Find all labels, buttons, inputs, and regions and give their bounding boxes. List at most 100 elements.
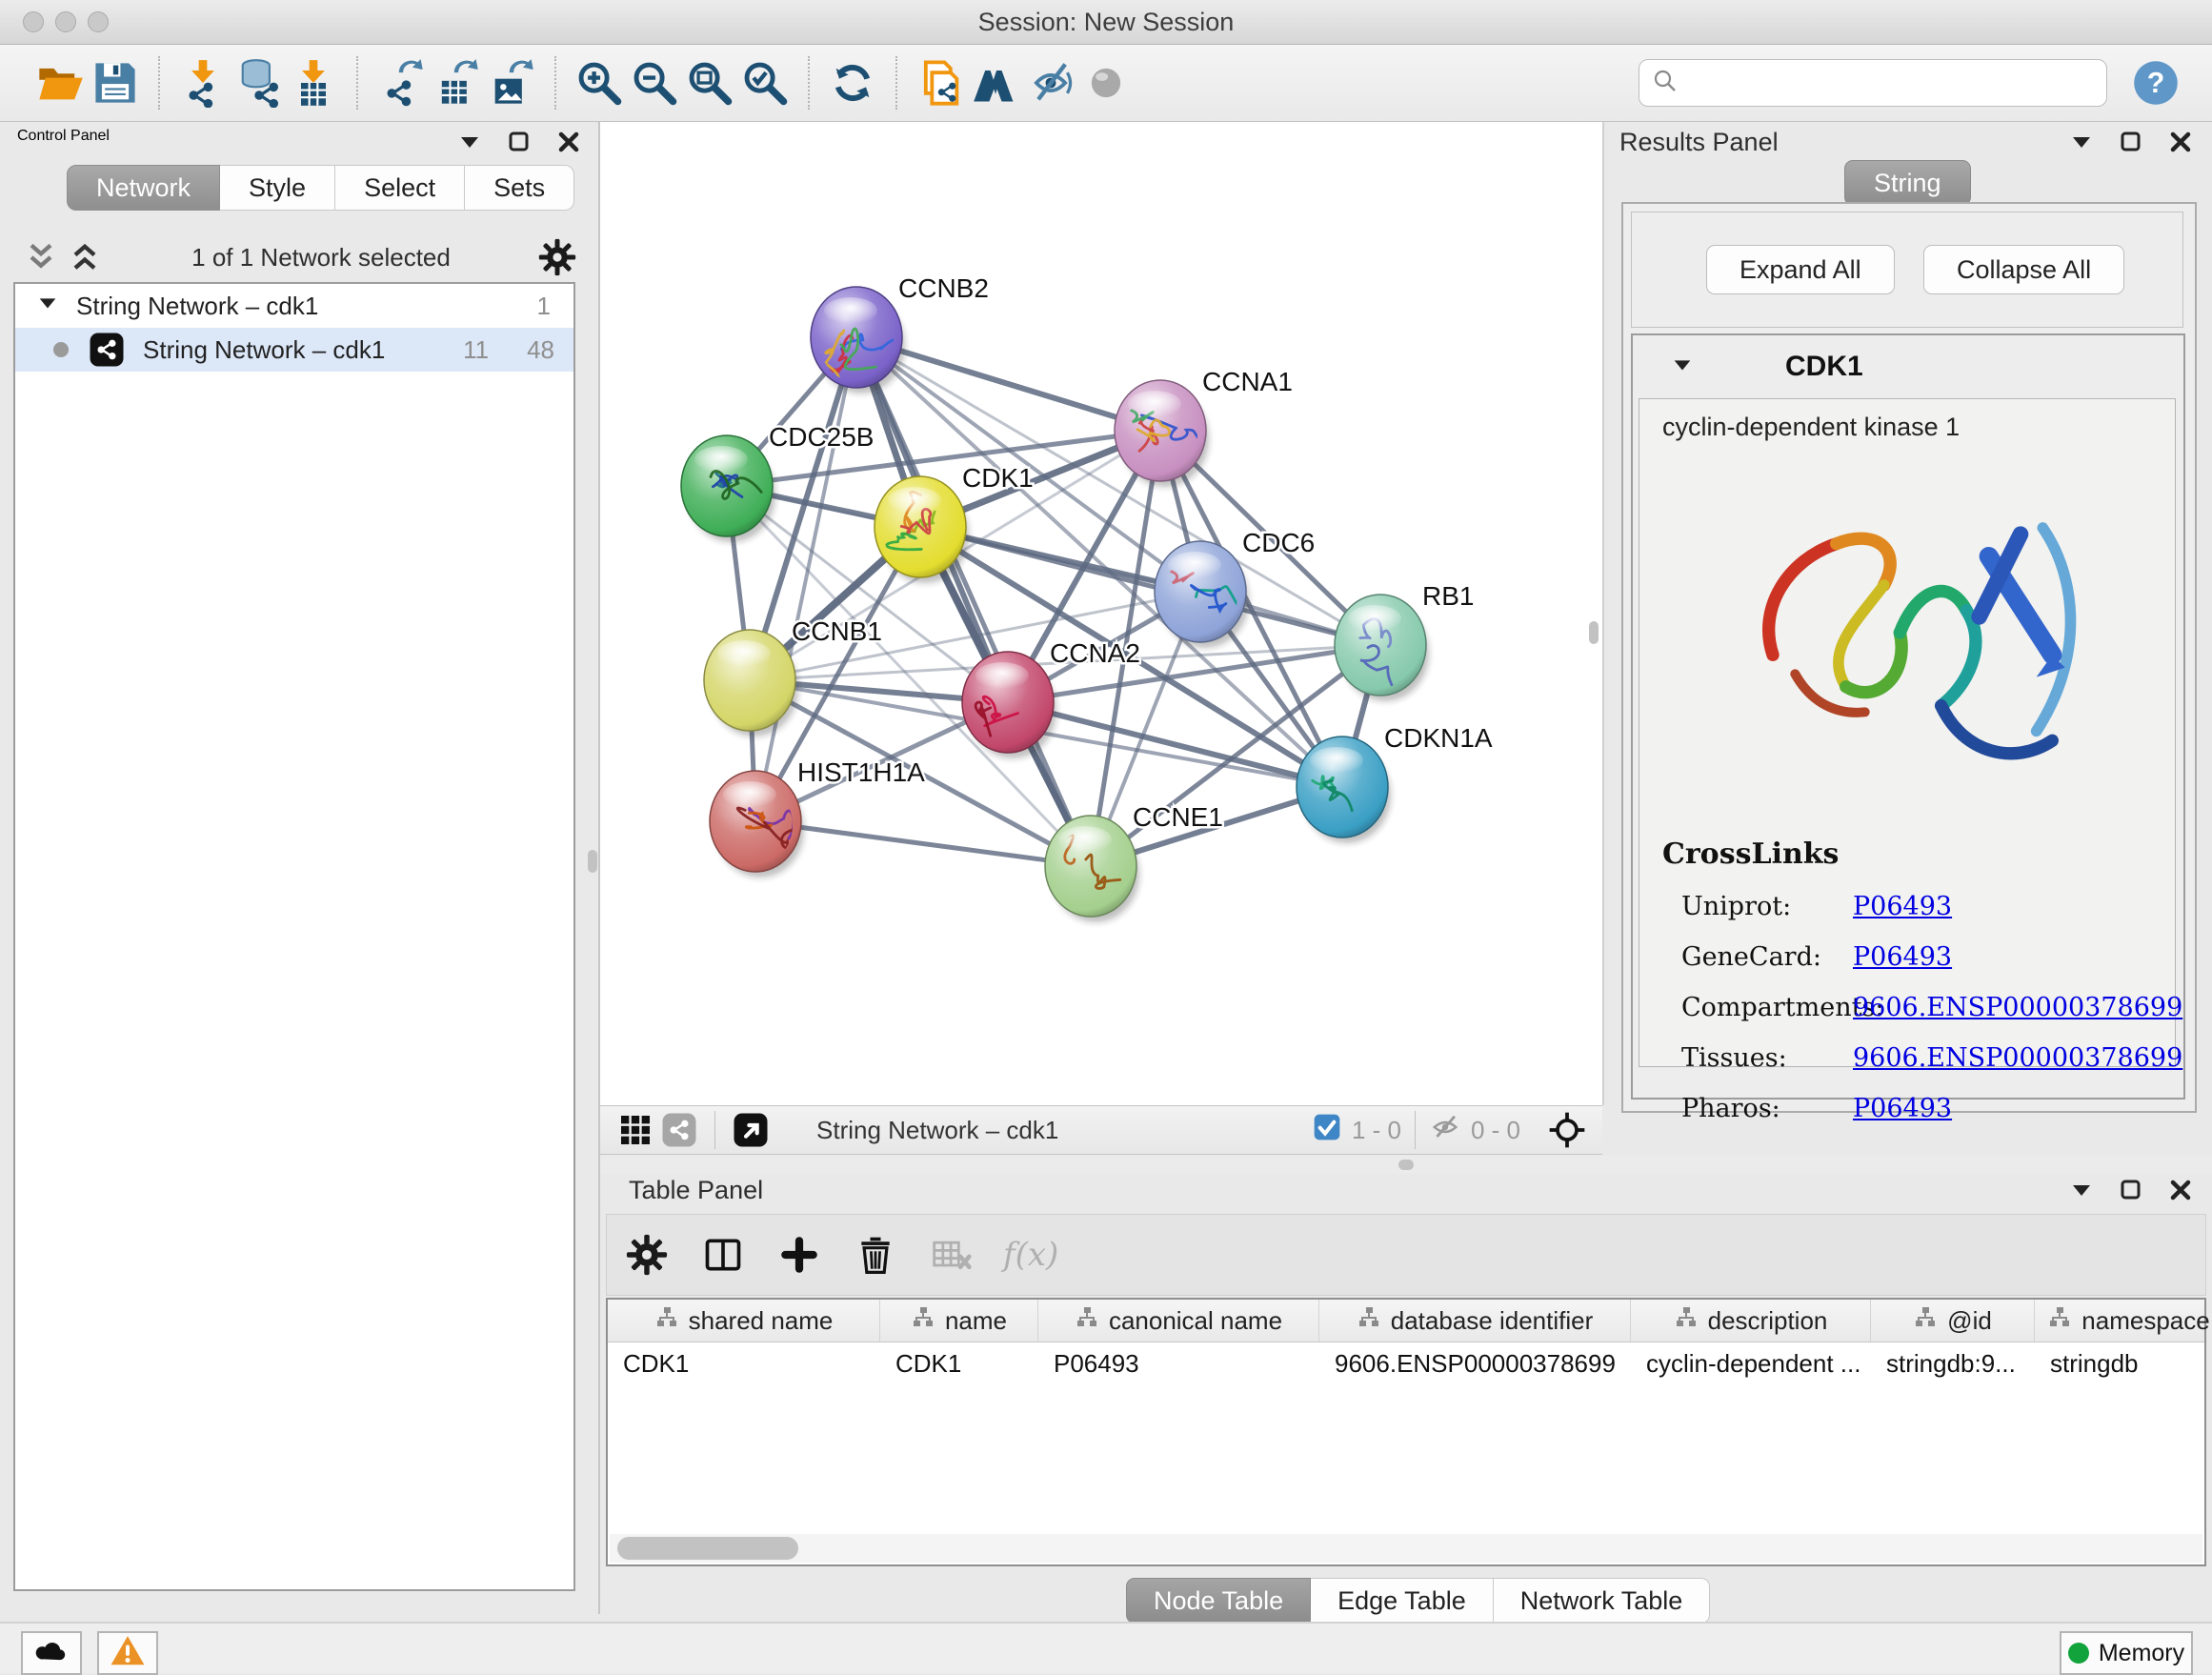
table-cell[interactable]: P06493 [1038,1342,1319,1384]
open-session-icon[interactable] [32,55,88,111]
graph-node-CCNB2[interactable] [811,287,905,394]
zoom-fit-icon[interactable] [682,55,737,111]
crosslink-link[interactable]: P06493 [1853,1094,1952,1123]
zoom-in-icon[interactable] [572,55,627,111]
presentation-mode-icon[interactable] [1078,55,1134,111]
column-header-name[interactable]: name [880,1300,1038,1342]
hidden-eye-icon[interactable] [1429,1111,1461,1150]
column-header-database-identifier[interactable]: database identifier [1319,1300,1631,1342]
detach-view-icon[interactable] [729,1108,773,1152]
table-cell[interactable]: stringdb:9... [1871,1342,2035,1384]
tab-node-table[interactable]: Node Table [1126,1578,1311,1624]
import-network-database-icon[interactable] [231,55,286,111]
close-window-button[interactable] [23,11,44,32]
crosslink-link[interactable]: 9606.ENSP00000378699 [1853,993,2182,1022]
refresh-view-icon[interactable] [825,55,880,111]
table-cell[interactable]: CDK1 [608,1342,880,1384]
birds-eye-view-icon[interactable] [968,55,1023,111]
network-collection-row[interactable]: String Network – cdk1 1 [15,284,573,328]
table-cell[interactable]: stringdb [2035,1342,2212,1384]
graph-node-CCNA2[interactable] [962,652,1056,758]
table-cell[interactable]: 9606.ENSP00000378699 [1319,1342,1631,1384]
export-image-icon[interactable] [484,55,539,111]
graph-node-CDK1[interactable] [875,476,969,583]
table-cell[interactable]: cyclin-dependent ... [1631,1342,1871,1384]
panel-menu-icon[interactable] [2069,130,2094,159]
share-view-icon[interactable] [657,1108,701,1152]
splitter-handle[interactable] [588,850,597,873]
column-header-namespace[interactable]: namespace [2035,1300,2212,1342]
tab-string[interactable]: String [1844,160,1971,206]
grid-view-icon[interactable] [613,1108,657,1152]
table-settings-gear-icon[interactable] [622,1230,672,1280]
collapse-caret-icon[interactable] [36,292,59,321]
search-input[interactable] [1687,68,2095,99]
tab-edge-table[interactable]: Edge Table [1311,1578,1494,1624]
float-panel-icon[interactable] [2119,1178,2143,1207]
tab-style[interactable]: Style [220,165,335,211]
network-options-gear-icon[interactable] [535,235,579,279]
fit-selected-crosshair-icon[interactable] [1545,1108,1589,1152]
graph-node-CCNE1[interactable] [1045,816,1139,922]
zoom-out-icon[interactable] [627,55,682,111]
column-header-description[interactable]: description [1631,1300,1871,1342]
show-columns-icon[interactable] [698,1230,748,1280]
close-panel-icon[interactable] [2168,1178,2193,1207]
export-network-icon[interactable] [373,55,429,111]
export-table-icon[interactable] [429,55,484,111]
crosslink-link[interactable]: 9606.ENSP00000378699 [1853,1043,2182,1073]
import-network-file-icon[interactable] [175,55,231,111]
clone-network-icon[interactable] [913,55,968,111]
import-table-file-icon[interactable] [286,55,341,111]
minimize-window-button[interactable] [55,11,76,32]
column-header--id[interactable]: @id [1871,1300,2035,1342]
graph-edge-HIST1H1A-CCNE1[interactable] [755,821,1091,866]
tab-network-table[interactable]: Network Table [1494,1578,1711,1624]
tab-select[interactable]: Select [335,165,465,211]
crosslink-link[interactable]: P06493 [1853,892,1952,921]
close-panel-icon[interactable] [2168,130,2193,159]
graph-node-CDC6[interactable] [1152,541,1249,648]
float-panel-icon[interactable] [2119,130,2143,159]
zoom-selected-icon[interactable] [737,55,793,111]
add-column-icon[interactable] [774,1230,824,1280]
tab-network[interactable]: Network [67,165,220,211]
delete-column-icon[interactable] [851,1230,900,1280]
collapse-all-button[interactable]: Collapse All [1923,245,2124,294]
graph-node-HIST1H1A[interactable] [710,771,804,878]
collapse-all-networks-icon[interactable] [19,235,63,279]
panel-menu-icon[interactable] [457,130,482,159]
float-panel-icon[interactable] [507,130,532,159]
save-session-icon[interactable] [88,55,143,111]
search-box[interactable] [1639,59,2107,107]
help-icon[interactable]: ? [2128,55,2183,111]
selected-checkbox-icon[interactable] [1312,1112,1342,1149]
graph-node-CDKN1A[interactable] [1297,737,1391,843]
zoom-window-button[interactable] [88,11,109,32]
horizontal-splitter[interactable] [600,1156,2212,1174]
table-cell[interactable]: CDK1 [880,1342,1038,1384]
crosslink-label: Compartments: [1681,993,1853,1022]
graph-edge-CCNB2-HIST1H1A[interactable] [755,337,856,821]
expand-all-button[interactable]: Expand All [1706,245,1895,294]
table-h-scrollbar[interactable] [610,1534,2202,1563]
memory-button[interactable]: Memory [2060,1631,2193,1675]
graphics-details-icon[interactable] [1023,55,1078,111]
table-row[interactable]: CDK1CDK1P064939606.ENSP00000378699cyclin… [608,1342,2204,1384]
column-header-shared-name[interactable]: shared name [608,1300,880,1342]
close-panel-icon[interactable] [556,130,581,159]
network-row[interactable]: String Network – cdk1 11 48 [15,328,573,372]
panel-menu-icon[interactable] [2069,1178,2094,1207]
cloud-button[interactable] [21,1631,82,1675]
collapse-section-icon[interactable] [1671,353,1694,381]
network-canvas[interactable]: CCNB2CCNA1CDC25BCDK1CDC6RB1CCNB1CCNA2CDK… [600,122,1604,1105]
tab-sets[interactable]: Sets [465,165,574,211]
expand-all-networks-icon[interactable] [63,235,107,279]
splitter-handle[interactable] [1589,621,1599,644]
graph-node-CCNA1[interactable] [1112,380,1209,487]
crosslink-link[interactable]: P06493 [1853,942,1952,972]
warnings-button[interactable] [97,1631,158,1675]
graph-node-CDC25B[interactable] [681,435,775,542]
graph-node-RB1[interactable] [1335,595,1429,701]
column-header-canonical-name[interactable]: canonical name [1038,1300,1319,1342]
